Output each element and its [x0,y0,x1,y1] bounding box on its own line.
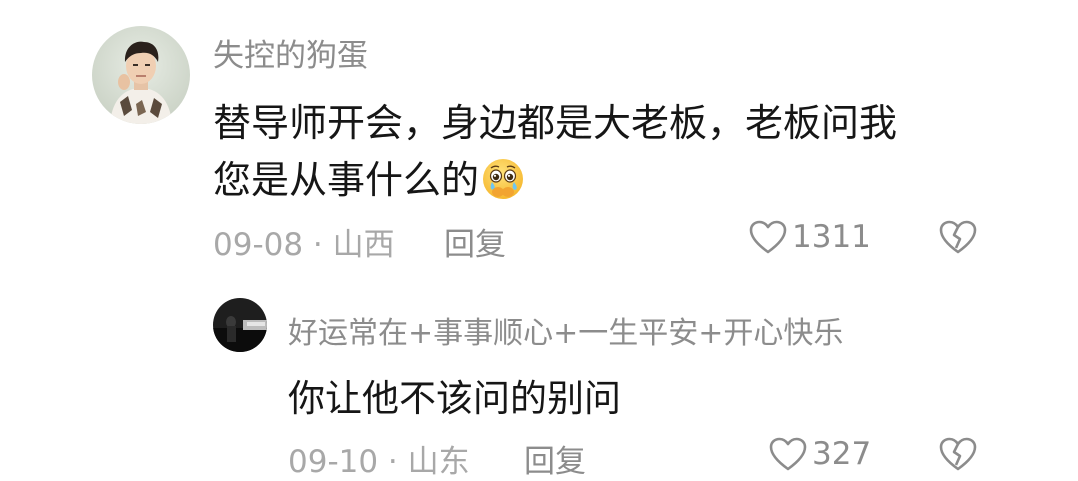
heart-outline-icon [768,436,808,472]
broken-heart-icon [938,219,978,255]
avatar-image [92,26,190,124]
dislike-button[interactable] [938,436,978,472]
comment-text-segment: 您是从事什么的 [213,158,480,202]
reply-button[interactable]: 回复 [444,219,506,264]
broken-heart-icon [938,436,978,472]
avatar[interactable] [92,26,190,124]
reply-button[interactable]: 回复 [524,436,586,481]
dislike-button[interactable] [938,219,978,255]
comment-meta: 09-08 · 山西 [213,227,395,263]
like-button[interactable]: 327 [768,436,871,472]
like-count: 327 [812,436,872,472]
username[interactable]: 失控的狗蛋 [213,30,368,75]
comment-text-line: 替导师开会，身边都是大老板，老板问我 [213,101,898,145]
like-button[interactable]: 1311 [748,219,871,255]
comment-text-line: 您是从事什么的 [213,149,525,210]
avatar-image [213,298,267,352]
comment-text-line: 你让他不该问的别问 [288,377,621,420]
comment-meta: 09-10 · 山东 [288,444,470,480]
username[interactable]: 好运常在+事事顺心+一生平安+开心快乐 [288,308,843,352]
holding-back-tears-emoji-icon [481,157,525,210]
avatar[interactable] [213,298,267,352]
heart-outline-icon [748,219,788,255]
like-count: 1311 [792,219,871,255]
